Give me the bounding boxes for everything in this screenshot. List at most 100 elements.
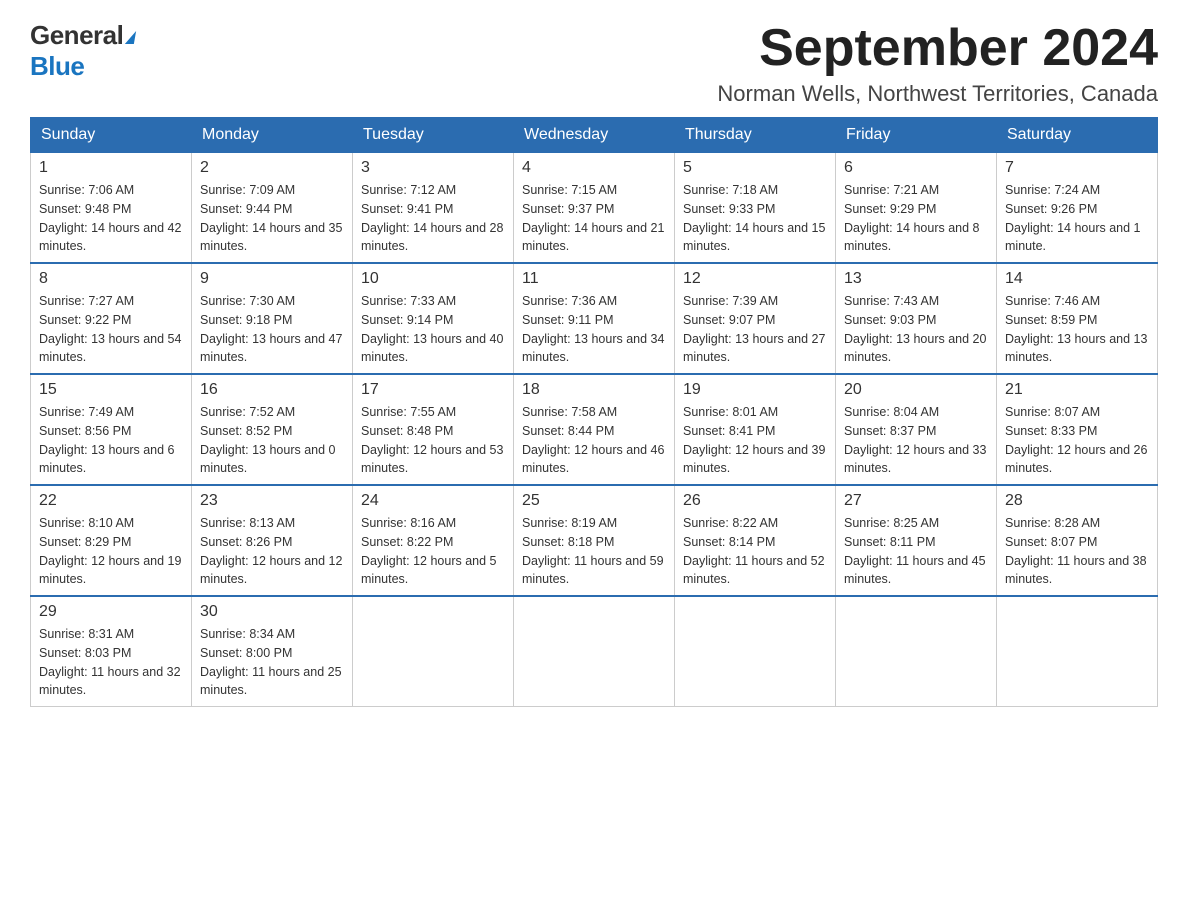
day-number: 26 bbox=[683, 492, 827, 510]
day-number: 28 bbox=[1005, 492, 1149, 510]
table-row: 27 Sunrise: 8:25 AMSunset: 8:11 PMDaylig… bbox=[836, 485, 997, 596]
logo-blue: Blue bbox=[30, 51, 135, 82]
table-row: 26 Sunrise: 8:22 AMSunset: 8:14 PMDaylig… bbox=[675, 485, 836, 596]
day-number: 24 bbox=[361, 492, 505, 510]
col-thursday: Thursday bbox=[675, 118, 836, 153]
table-row: 20 Sunrise: 8:04 AMSunset: 8:37 PMDaylig… bbox=[836, 374, 997, 485]
day-number: 23 bbox=[200, 492, 344, 510]
day-info: Sunrise: 7:24 AMSunset: 9:26 PMDaylight:… bbox=[1005, 181, 1149, 256]
table-row: 1 Sunrise: 7:06 AMSunset: 9:48 PMDayligh… bbox=[31, 153, 192, 264]
day-number: 13 bbox=[844, 270, 988, 288]
table-row bbox=[997, 596, 1158, 707]
day-info: Sunrise: 7:27 AMSunset: 9:22 PMDaylight:… bbox=[39, 292, 183, 367]
day-number: 30 bbox=[200, 603, 344, 621]
col-tuesday: Tuesday bbox=[353, 118, 514, 153]
month-title: September 2024 bbox=[717, 20, 1158, 77]
day-info: Sunrise: 8:10 AMSunset: 8:29 PMDaylight:… bbox=[39, 514, 183, 589]
table-row: 21 Sunrise: 8:07 AMSunset: 8:33 PMDaylig… bbox=[997, 374, 1158, 485]
col-friday: Friday bbox=[836, 118, 997, 153]
day-info: Sunrise: 8:28 AMSunset: 8:07 PMDaylight:… bbox=[1005, 514, 1149, 589]
table-row: 2 Sunrise: 7:09 AMSunset: 9:44 PMDayligh… bbox=[192, 153, 353, 264]
logo: General Blue bbox=[30, 20, 135, 82]
calendar-header-row: Sunday Monday Tuesday Wednesday Thursday… bbox=[31, 118, 1158, 153]
day-number: 14 bbox=[1005, 270, 1149, 288]
table-row: 12 Sunrise: 7:39 AMSunset: 9:07 PMDaylig… bbox=[675, 263, 836, 374]
day-info: Sunrise: 8:16 AMSunset: 8:22 PMDaylight:… bbox=[361, 514, 505, 589]
table-row bbox=[675, 596, 836, 707]
table-row: 3 Sunrise: 7:12 AMSunset: 9:41 PMDayligh… bbox=[353, 153, 514, 264]
table-row: 24 Sunrise: 8:16 AMSunset: 8:22 PMDaylig… bbox=[353, 485, 514, 596]
day-number: 11 bbox=[522, 270, 666, 288]
day-info: Sunrise: 7:21 AMSunset: 9:29 PMDaylight:… bbox=[844, 181, 988, 256]
day-number: 8 bbox=[39, 270, 183, 288]
day-number: 3 bbox=[361, 159, 505, 177]
table-row: 25 Sunrise: 8:19 AMSunset: 8:18 PMDaylig… bbox=[514, 485, 675, 596]
day-number: 4 bbox=[522, 159, 666, 177]
table-row: 4 Sunrise: 7:15 AMSunset: 9:37 PMDayligh… bbox=[514, 153, 675, 264]
day-info: Sunrise: 8:13 AMSunset: 8:26 PMDaylight:… bbox=[200, 514, 344, 589]
table-row: 5 Sunrise: 7:18 AMSunset: 9:33 PMDayligh… bbox=[675, 153, 836, 264]
day-info: Sunrise: 7:30 AMSunset: 9:18 PMDaylight:… bbox=[200, 292, 344, 367]
table-row bbox=[353, 596, 514, 707]
table-row: 15 Sunrise: 7:49 AMSunset: 8:56 PMDaylig… bbox=[31, 374, 192, 485]
table-row: 7 Sunrise: 7:24 AMSunset: 9:26 PMDayligh… bbox=[997, 153, 1158, 264]
day-number: 12 bbox=[683, 270, 827, 288]
day-number: 9 bbox=[200, 270, 344, 288]
table-row: 23 Sunrise: 8:13 AMSunset: 8:26 PMDaylig… bbox=[192, 485, 353, 596]
day-number: 25 bbox=[522, 492, 666, 510]
day-info: Sunrise: 7:52 AMSunset: 8:52 PMDaylight:… bbox=[200, 403, 344, 478]
col-wednesday: Wednesday bbox=[514, 118, 675, 153]
day-info: Sunrise: 7:18 AMSunset: 9:33 PMDaylight:… bbox=[683, 181, 827, 256]
col-monday: Monday bbox=[192, 118, 353, 153]
calendar-table: Sunday Monday Tuesday Wednesday Thursday… bbox=[30, 117, 1158, 707]
day-info: Sunrise: 7:39 AMSunset: 9:07 PMDaylight:… bbox=[683, 292, 827, 367]
table-row bbox=[836, 596, 997, 707]
day-info: Sunrise: 7:36 AMSunset: 9:11 PMDaylight:… bbox=[522, 292, 666, 367]
day-info: Sunrise: 8:07 AMSunset: 8:33 PMDaylight:… bbox=[1005, 403, 1149, 478]
table-row: 28 Sunrise: 8:28 AMSunset: 8:07 PMDaylig… bbox=[997, 485, 1158, 596]
day-number: 20 bbox=[844, 381, 988, 399]
day-info: Sunrise: 8:19 AMSunset: 8:18 PMDaylight:… bbox=[522, 514, 666, 589]
table-row: 17 Sunrise: 7:55 AMSunset: 8:48 PMDaylig… bbox=[353, 374, 514, 485]
day-number: 1 bbox=[39, 159, 183, 177]
day-info: Sunrise: 8:34 AMSunset: 8:00 PMDaylight:… bbox=[200, 625, 344, 700]
day-number: 27 bbox=[844, 492, 988, 510]
day-info: Sunrise: 8:22 AMSunset: 8:14 PMDaylight:… bbox=[683, 514, 827, 589]
table-row: 29 Sunrise: 8:31 AMSunset: 8:03 PMDaylig… bbox=[31, 596, 192, 707]
day-number: 22 bbox=[39, 492, 183, 510]
col-saturday: Saturday bbox=[997, 118, 1158, 153]
day-number: 6 bbox=[844, 159, 988, 177]
table-row: 18 Sunrise: 7:58 AMSunset: 8:44 PMDaylig… bbox=[514, 374, 675, 485]
day-info: Sunrise: 7:15 AMSunset: 9:37 PMDaylight:… bbox=[522, 181, 666, 256]
day-info: Sunrise: 7:12 AMSunset: 9:41 PMDaylight:… bbox=[361, 181, 505, 256]
table-row: 6 Sunrise: 7:21 AMSunset: 9:29 PMDayligh… bbox=[836, 153, 997, 264]
day-number: 19 bbox=[683, 381, 827, 399]
day-number: 17 bbox=[361, 381, 505, 399]
page-header: General Blue September 2024 Norman Wells… bbox=[30, 20, 1158, 107]
day-info: Sunrise: 8:01 AMSunset: 8:41 PMDaylight:… bbox=[683, 403, 827, 478]
day-number: 5 bbox=[683, 159, 827, 177]
location-title: Norman Wells, Northwest Territories, Can… bbox=[717, 81, 1158, 107]
day-info: Sunrise: 7:06 AMSunset: 9:48 PMDaylight:… bbox=[39, 181, 183, 256]
day-number: 15 bbox=[39, 381, 183, 399]
table-row: 14 Sunrise: 7:46 AMSunset: 8:59 PMDaylig… bbox=[997, 263, 1158, 374]
day-info: Sunrise: 8:31 AMSunset: 8:03 PMDaylight:… bbox=[39, 625, 183, 700]
day-number: 21 bbox=[1005, 381, 1149, 399]
day-info: Sunrise: 7:33 AMSunset: 9:14 PMDaylight:… bbox=[361, 292, 505, 367]
table-row: 9 Sunrise: 7:30 AMSunset: 9:18 PMDayligh… bbox=[192, 263, 353, 374]
day-info: Sunrise: 7:49 AMSunset: 8:56 PMDaylight:… bbox=[39, 403, 183, 478]
logo-general: General bbox=[30, 20, 135, 51]
day-info: Sunrise: 7:09 AMSunset: 9:44 PMDaylight:… bbox=[200, 181, 344, 256]
day-info: Sunrise: 7:46 AMSunset: 8:59 PMDaylight:… bbox=[1005, 292, 1149, 367]
day-number: 18 bbox=[522, 381, 666, 399]
day-number: 7 bbox=[1005, 159, 1149, 177]
day-info: Sunrise: 7:58 AMSunset: 8:44 PMDaylight:… bbox=[522, 403, 666, 478]
table-row: 13 Sunrise: 7:43 AMSunset: 9:03 PMDaylig… bbox=[836, 263, 997, 374]
day-number: 10 bbox=[361, 270, 505, 288]
title-section: September 2024 Norman Wells, Northwest T… bbox=[717, 20, 1158, 107]
day-number: 16 bbox=[200, 381, 344, 399]
table-row: 10 Sunrise: 7:33 AMSunset: 9:14 PMDaylig… bbox=[353, 263, 514, 374]
table-row: 8 Sunrise: 7:27 AMSunset: 9:22 PMDayligh… bbox=[31, 263, 192, 374]
table-row: 19 Sunrise: 8:01 AMSunset: 8:41 PMDaylig… bbox=[675, 374, 836, 485]
day-info: Sunrise: 7:55 AMSunset: 8:48 PMDaylight:… bbox=[361, 403, 505, 478]
